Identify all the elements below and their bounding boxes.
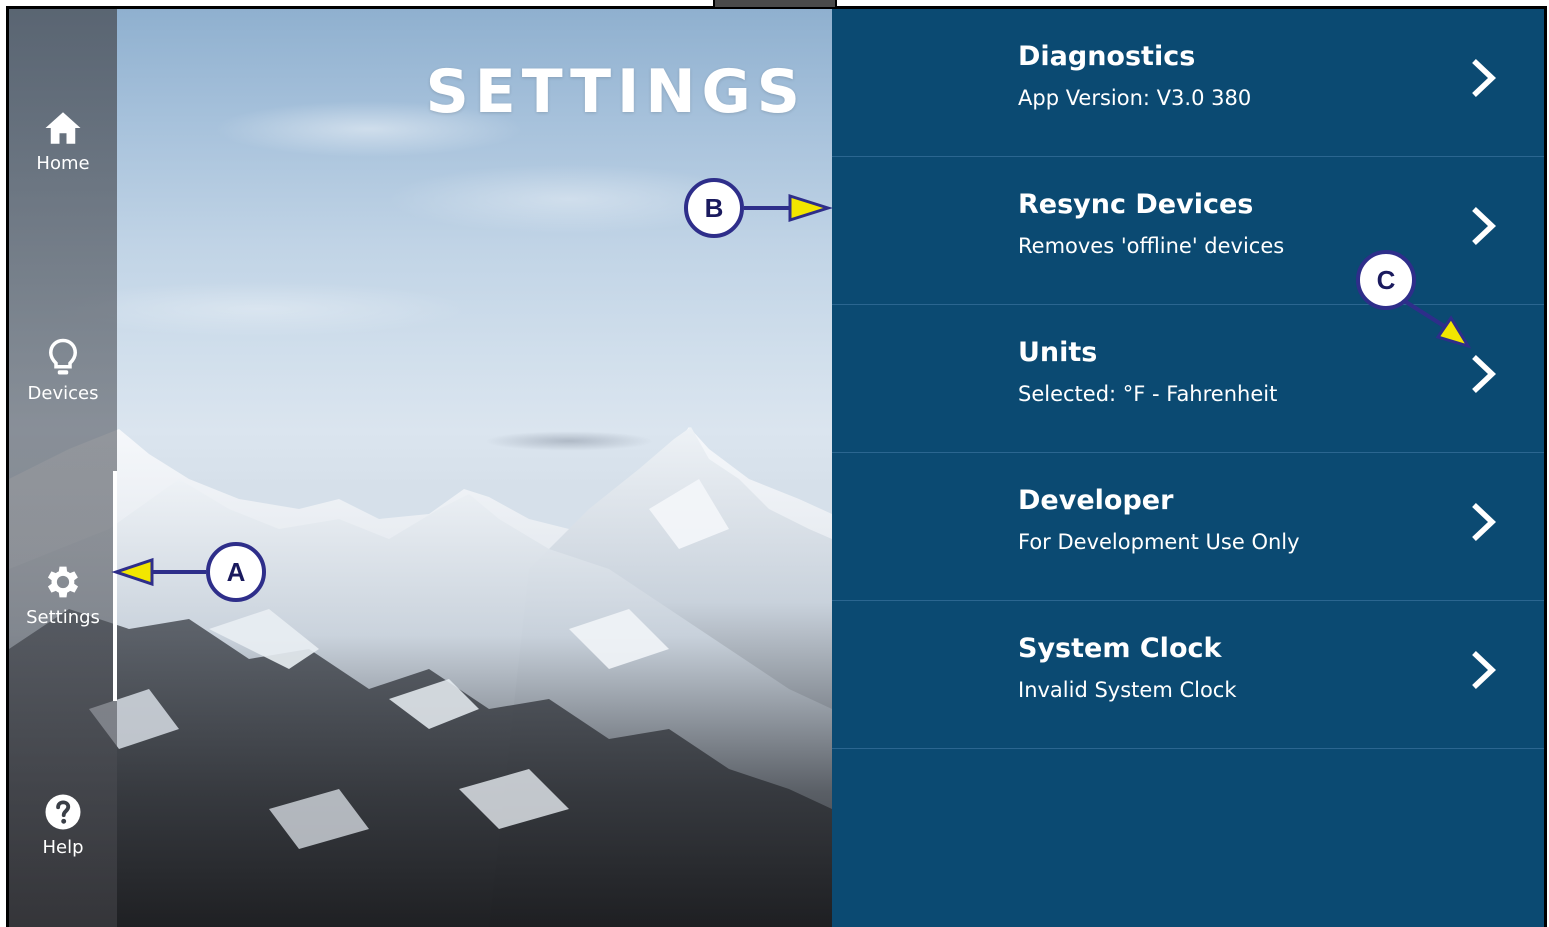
setting-title: Units	[1018, 337, 1098, 368]
setting-title: Diagnostics	[1018, 41, 1196, 72]
mountain-range-image	[9, 427, 832, 927]
setting-subtitle: For Development Use Only	[1018, 530, 1300, 554]
help-icon	[45, 794, 81, 829]
setting-row-system-clock[interactable]: System Clock Invalid System Clock	[832, 601, 1544, 749]
setting-row-diagnostics[interactable]: Diagnostics App Version: V3.0 380	[832, 9, 1544, 157]
chevron-right-icon[interactable]	[1466, 501, 1498, 543]
gear-icon	[47, 566, 79, 597]
callout-b: B	[684, 178, 744, 238]
setting-row-units[interactable]: Units Selected: °F - Fahrenheit	[832, 305, 1544, 453]
page-title: SETTINGS	[425, 57, 806, 127]
nav-item-settings[interactable]: Settings	[9, 539, 117, 649]
setting-subtitle: Selected: °F - Fahrenheit	[1018, 382, 1278, 406]
side-navigation: Home Devices Settings Help	[9, 9, 117, 927]
lightbulb-icon	[48, 338, 78, 374]
mountain-background: SETTINGS	[9, 9, 832, 927]
home-icon	[45, 111, 81, 144]
setting-title: Resync Devices	[1018, 189, 1254, 220]
chevron-right-icon[interactable]	[1466, 353, 1498, 395]
nav-item-help[interactable]: Help	[9, 769, 117, 879]
nav-item-label: Help	[42, 836, 84, 858]
chevron-right-icon[interactable]	[1466, 205, 1498, 247]
nav-item-label: Devices	[27, 382, 99, 404]
top-tab-handle	[713, 0, 837, 9]
setting-subtitle: App Version: V3.0 380	[1018, 86, 1252, 110]
setting-subtitle: Removes 'offline' devices	[1018, 234, 1285, 258]
active-indicator	[113, 471, 117, 701]
setting-subtitle: Invalid System Clock	[1018, 678, 1237, 702]
nav-item-devices[interactable]: Devices	[9, 315, 117, 425]
chevron-right-icon[interactable]	[1466, 57, 1498, 99]
callout-a: A	[206, 542, 266, 602]
chevron-right-icon[interactable]	[1466, 649, 1498, 691]
setting-title: System Clock	[1018, 633, 1222, 664]
setting-row-developer[interactable]: Developer For Development Use Only	[832, 453, 1544, 601]
setting-row-resync-devices[interactable]: Resync Devices Removes 'offline' devices	[832, 157, 1544, 305]
nav-item-home[interactable]: Home	[9, 85, 117, 195]
nav-item-label: Home	[36, 152, 90, 174]
settings-list: Diagnostics App Version: V3.0 380 Resync…	[832, 9, 1544, 927]
app-window: SETTINGS Home Devices Settings Help Diag…	[6, 6, 1547, 927]
nav-item-label: Settings	[26, 606, 100, 628]
callout-c: C	[1356, 250, 1416, 310]
setting-title: Developer	[1018, 485, 1174, 516]
